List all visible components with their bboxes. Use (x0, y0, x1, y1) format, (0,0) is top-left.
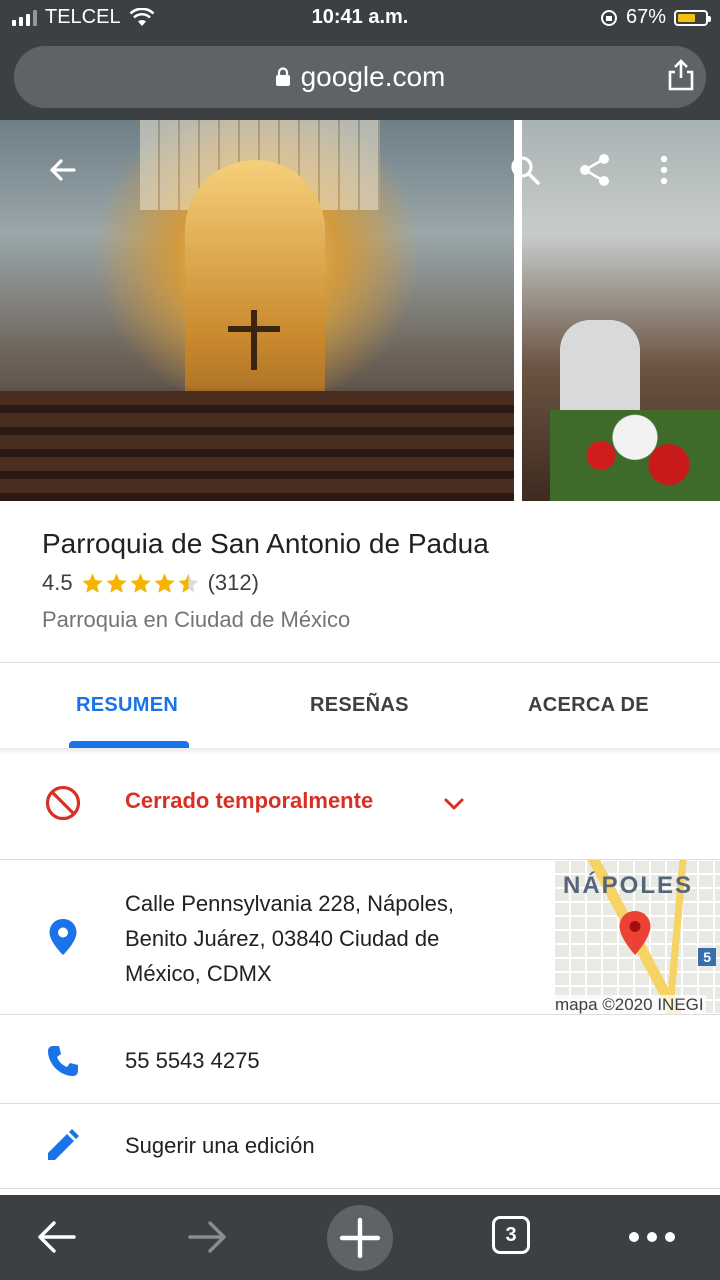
star-icon (130, 572, 151, 593)
location-pin-icon (49, 919, 77, 955)
closed-status[interactable]: Cerrado temporalmente (125, 788, 373, 814)
star-icon (106, 572, 127, 593)
phone-icon (48, 1046, 78, 1076)
address-bar[interactable]: google.com (14, 46, 706, 108)
map-thumbnail[interactable]: NÁPOLES 5 mapa ©2020 INEGI (553, 860, 720, 1015)
cross-vertical (251, 310, 257, 370)
place-category: Parroquia en Ciudad de México (42, 607, 351, 632)
browser-toolbar: google.com (0, 36, 720, 120)
tab-resenas[interactable]: RESEÑAS (310, 694, 409, 717)
status-right: 67% (600, 6, 711, 29)
rating-stars (81, 572, 200, 595)
star-icon (178, 572, 199, 593)
back-arrow-icon[interactable] (42, 150, 82, 190)
orientation-lock-icon (600, 9, 617, 26)
tabs-icon[interactable]: 3 (492, 1216, 530, 1254)
photo-flowers (550, 410, 720, 501)
suggest-edit-link[interactable]: Sugerir una edición (125, 1128, 315, 1163)
address-line-3: México, CDMX (125, 961, 272, 986)
address-text[interactable]: Calle Pennsylvania 228, Nápoles, Benito … (125, 886, 454, 991)
more-horiz-icon[interactable] (626, 1225, 678, 1249)
divider-line (0, 662, 720, 663)
battery-percent: 67% (625, 6, 666, 28)
chevron-down-icon[interactable] (442, 792, 466, 816)
back-arrow-icon[interactable] (32, 1215, 80, 1259)
search-icon[interactable] (505, 150, 545, 190)
star-icon (82, 572, 103, 593)
new-tab-button[interactable] (327, 1205, 393, 1271)
plus-icon (339, 1217, 381, 1259)
tab-indicator (69, 741, 189, 748)
address-line-2: Benito Juárez, 03840 Ciudad de (125, 926, 440, 951)
more-vert-icon[interactable] (644, 150, 684, 190)
cross-horizontal (228, 326, 280, 332)
phone-number[interactable]: 55 5543 4275 (125, 1043, 260, 1078)
divider-line (0, 1188, 720, 1189)
reviews-count: (312) (207, 570, 259, 595)
lock-icon (275, 67, 290, 86)
status-bar: TELCEL 10:41 a.m. 67% (0, 0, 720, 36)
map-area-label: NÁPOLES (563, 872, 694, 899)
tab-shadow (0, 748, 720, 754)
tab-acerca-de[interactable]: ACERCA DE (528, 694, 649, 717)
rating-row[interactable]: 4.5 (312) (42, 570, 259, 596)
photo-gallery[interactable] (0, 120, 720, 501)
divider-line (0, 1014, 720, 1015)
bottom-toolbar: 3 (0, 1195, 720, 1280)
star-icon (154, 572, 175, 593)
forward-arrow-icon[interactable] (184, 1215, 232, 1259)
pews (0, 391, 514, 501)
divider-line (0, 1103, 720, 1104)
address-line-1: Calle Pennsylvania 228, Nápoles, (125, 891, 454, 916)
road-badge: 5 (698, 948, 716, 966)
place-title: Parroquia de San Antonio de Padua (42, 528, 489, 559)
url-text: google.com (300, 61, 446, 92)
share-up-icon[interactable] (664, 58, 698, 92)
map-pin-icon (619, 911, 651, 955)
rating-value: 4.5 (42, 570, 73, 595)
map-copyright: mapa ©2020 INEGI (553, 995, 706, 1015)
pencil-icon (48, 1129, 79, 1160)
battery-icon (674, 9, 711, 26)
tab-resumen[interactable]: RESUMEN (76, 694, 178, 717)
no-entry-icon (45, 785, 81, 821)
share-icon[interactable] (575, 150, 615, 190)
